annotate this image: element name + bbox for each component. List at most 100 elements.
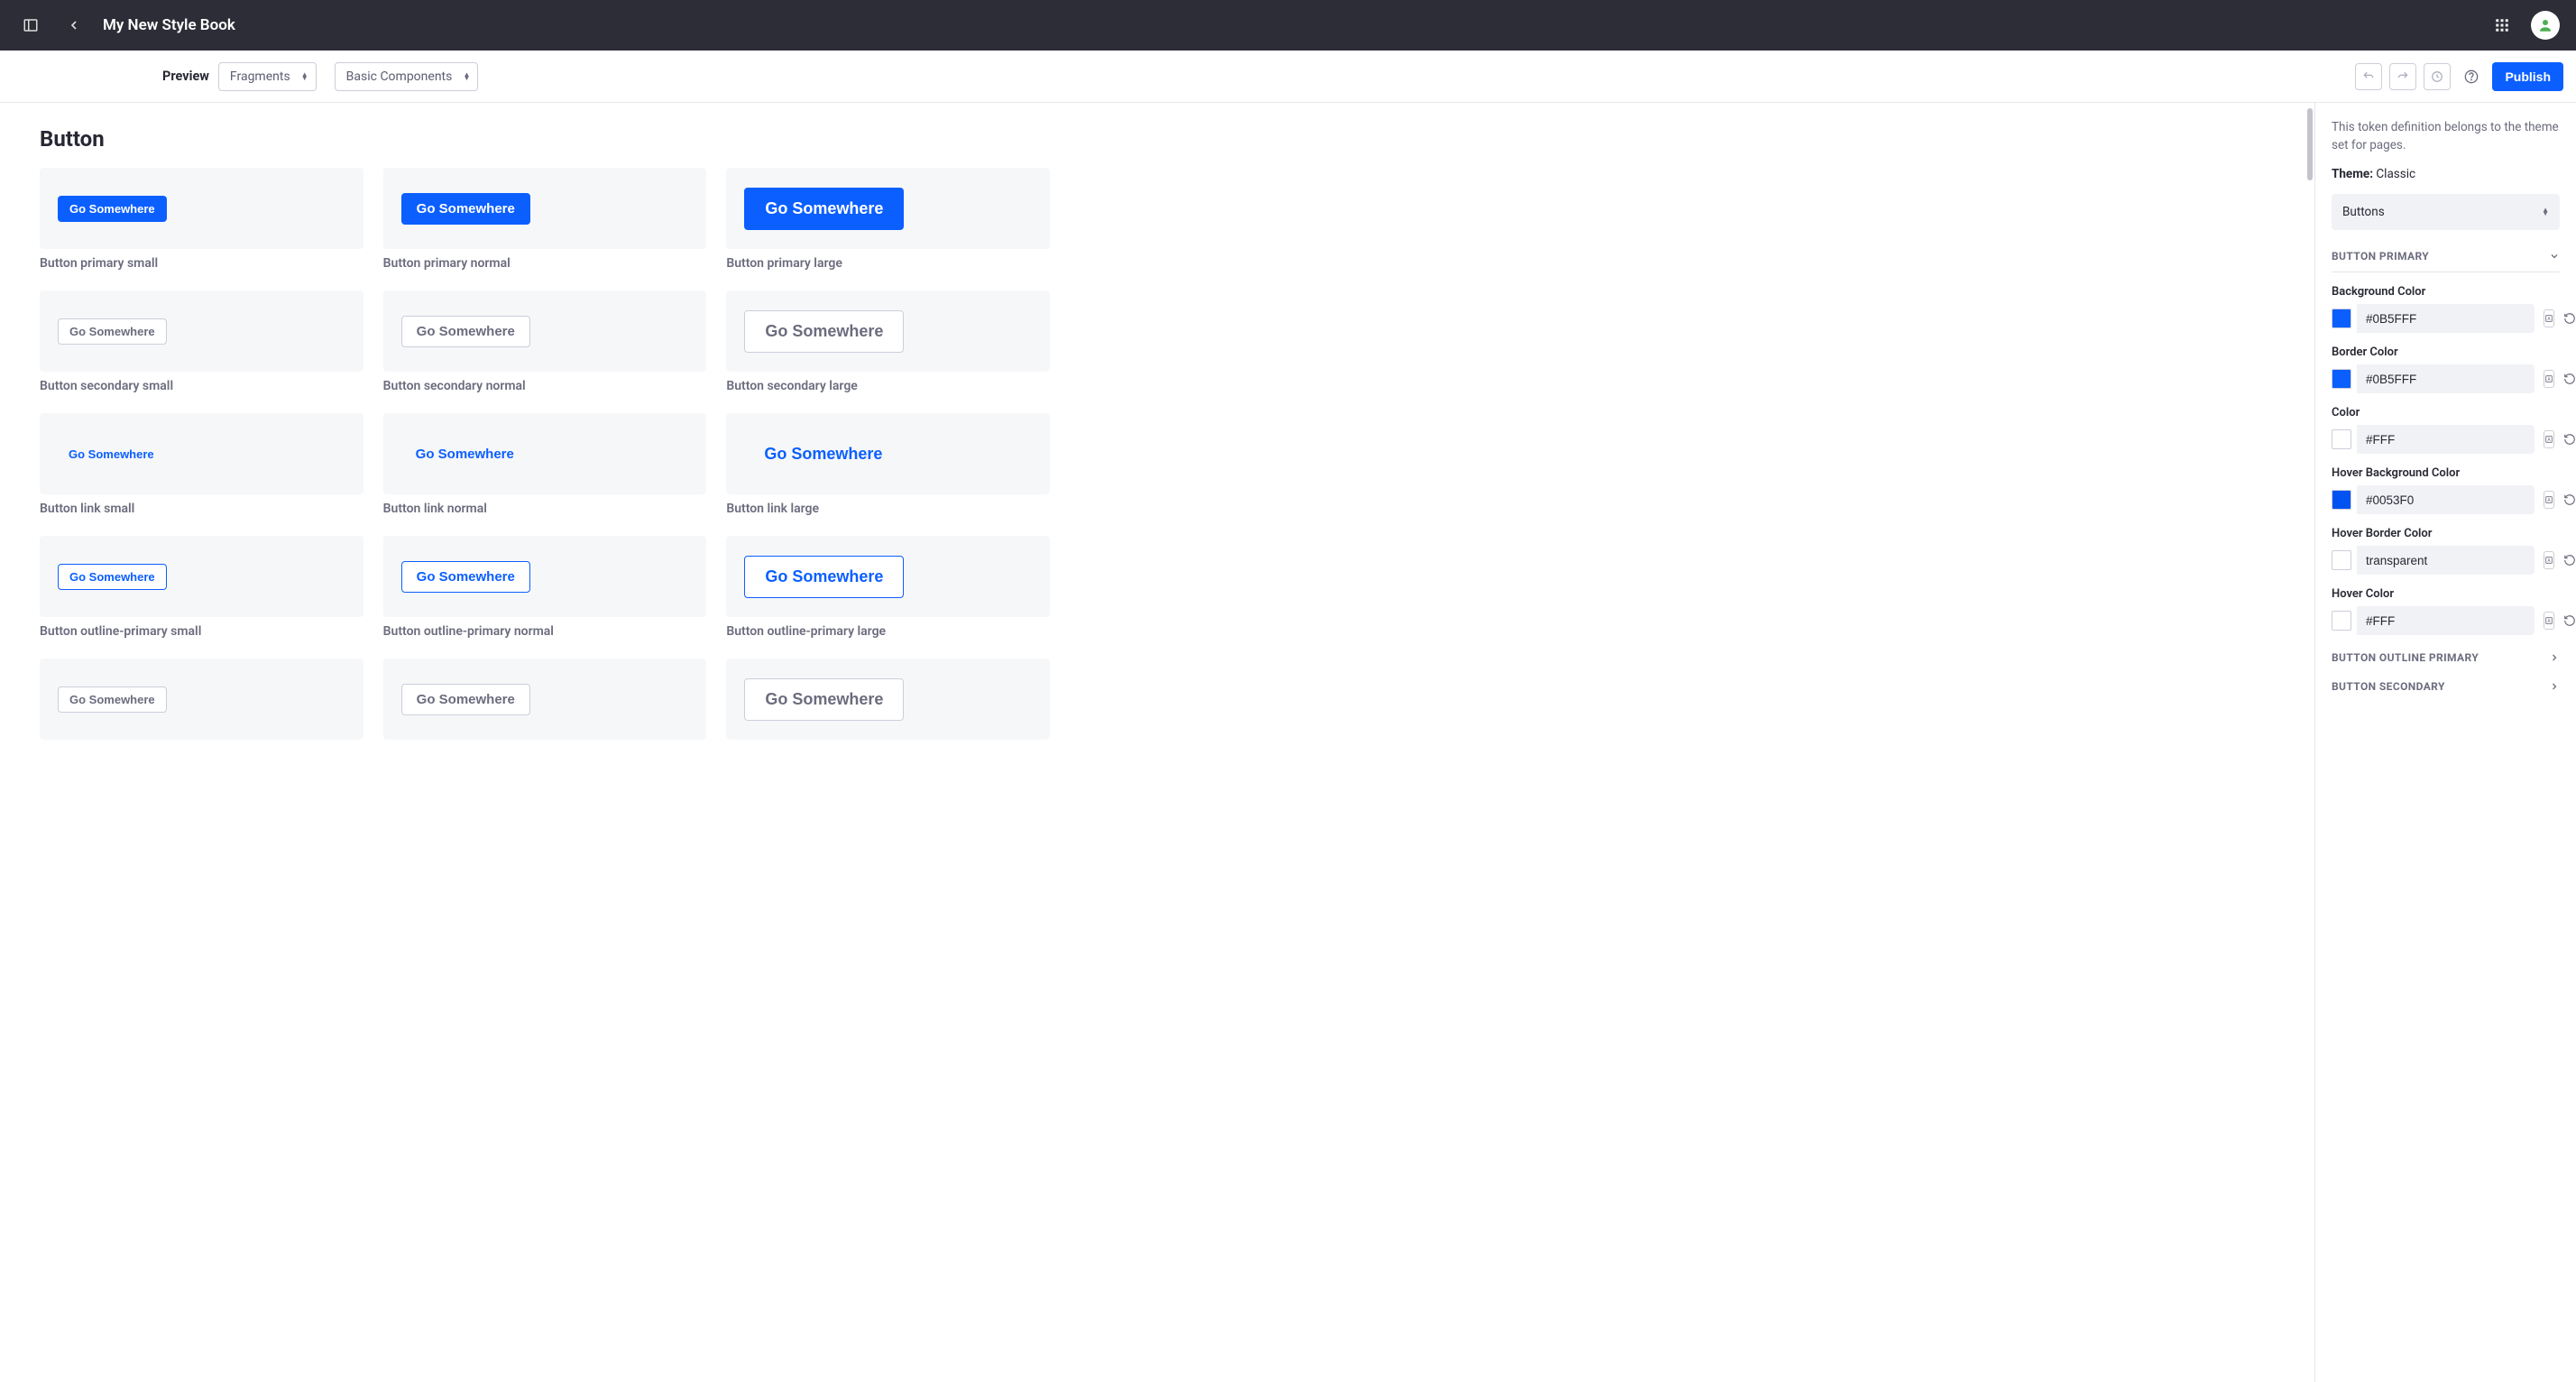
- reset-icon[interactable]: [2563, 371, 2576, 387]
- tile-label: Button link normal: [383, 502, 707, 516]
- group-header-label: BUTTON SECONDARY: [2332, 680, 2445, 693]
- redo-button[interactable]: [2389, 63, 2416, 90]
- tile-box: Go Somewhere: [383, 168, 707, 249]
- help-icon[interactable]: [2458, 63, 2485, 90]
- sample-button[interactable]: Go Somewhere: [744, 434, 902, 474]
- components-select[interactable]: Basic Components ▲▼: [335, 62, 479, 91]
- tile-label: Button primary normal: [383, 256, 707, 271]
- property-label: Color: [2332, 406, 2560, 419]
- token-picker-icon[interactable]: A: [2544, 551, 2554, 569]
- color-value-input[interactable]: [2357, 485, 2535, 514]
- color-value-input[interactable]: [2357, 364, 2535, 393]
- color-value-input[interactable]: [2357, 425, 2535, 454]
- back-icon[interactable]: [56, 7, 92, 43]
- sample-button[interactable]: Go Somewhere: [744, 678, 904, 721]
- section-title: Button: [40, 126, 2275, 152]
- property-label: Border Color: [2332, 346, 2560, 359]
- sample-button[interactable]: Go Somewhere: [401, 684, 530, 715]
- sample-button[interactable]: Go Somewhere: [744, 188, 904, 230]
- color-input[interactable]: [2332, 546, 2535, 575]
- group-header-outline-primary[interactable]: BUTTON OUTLINE PRIMARY: [2332, 651, 2560, 664]
- color-input[interactable]: [2332, 364, 2535, 393]
- undo-button[interactable]: [2355, 63, 2382, 90]
- reset-icon[interactable]: [2563, 431, 2576, 447]
- property-row: A: [2332, 485, 2560, 514]
- color-input[interactable]: [2332, 304, 2535, 333]
- property-row: A: [2332, 546, 2560, 575]
- sidebar-toggle-icon[interactable]: [13, 7, 49, 43]
- tile-box: Go Somewhere: [40, 659, 363, 740]
- reset-icon[interactable]: [2563, 492, 2576, 508]
- group-header-primary[interactable]: BUTTON PRIMARY: [2332, 250, 2560, 272]
- color-swatch[interactable]: [2332, 490, 2351, 510]
- tile-box: Go Somewhere: [40, 536, 363, 617]
- canvas-wrap: Button Go Somewhere Button primary small G…: [0, 103, 2314, 1382]
- sample-button[interactable]: Go Somewhere: [58, 318, 167, 345]
- tile: Go Somewhere: [726, 659, 1050, 740]
- chevron-updown-icon: ▲▼: [463, 73, 470, 80]
- history-button[interactable]: [2424, 63, 2451, 90]
- token-picker-icon[interactable]: A: [2544, 370, 2554, 388]
- sample-button[interactable]: Go Somewhere: [58, 564, 167, 590]
- tile: Go Somewhere: [40, 659, 363, 740]
- header-left: My New Style Book: [13, 7, 235, 43]
- reset-icon[interactable]: [2563, 552, 2576, 568]
- reset-icon[interactable]: [2563, 310, 2576, 327]
- token-picker-icon[interactable]: A: [2544, 430, 2554, 448]
- toolbar: Preview Fragments ▲▼ Basic Components ▲▼…: [0, 51, 2576, 103]
- property-label: Hover Color: [2332, 587, 2560, 601]
- category-select-value: Buttons: [2342, 205, 2385, 219]
- tile-box: Go Somewhere: [726, 659, 1050, 740]
- color-swatch[interactable]: [2332, 611, 2351, 631]
- sidebar: This token definition belongs to the the…: [2314, 103, 2576, 1382]
- page-title: My New Style Book: [103, 16, 235, 34]
- color-value-input[interactable]: [2357, 546, 2535, 575]
- sample-button[interactable]: Go Somewhere: [58, 686, 167, 713]
- tile-box: Go Somewhere: [40, 168, 363, 249]
- components-select-value: Basic Components: [346, 69, 453, 84]
- color-input[interactable]: [2332, 485, 2535, 514]
- color-swatch[interactable]: [2332, 309, 2351, 328]
- preview-label: Preview: [162, 69, 209, 84]
- color-value-input[interactable]: [2357, 606, 2535, 635]
- tile-box: Go Somewhere: [40, 290, 363, 372]
- fragments-select[interactable]: Fragments ▲▼: [218, 62, 317, 91]
- color-swatch[interactable]: [2332, 429, 2351, 449]
- color-input[interactable]: [2332, 606, 2535, 635]
- color-value-input[interactable]: [2357, 304, 2535, 333]
- sample-button[interactable]: Go Somewhere: [401, 439, 529, 469]
- sidebar-help-text: This token definition belongs to the the…: [2332, 119, 2560, 154]
- chevron-updown-icon: ▲▼: [301, 73, 308, 80]
- sample-button[interactable]: Go Somewhere: [744, 310, 904, 353]
- tile: Go SomewhereButton secondary small: [40, 290, 363, 393]
- sample-button[interactable]: Go Somewhere: [401, 561, 530, 593]
- group-header-label: BUTTON OUTLINE PRIMARY: [2332, 651, 2479, 664]
- tile-label: Button primary small: [40, 256, 363, 271]
- theme-line: Theme: Classic: [2332, 167, 2560, 181]
- token-picker-icon[interactable]: A: [2544, 309, 2554, 327]
- sample-button[interactable]: Go Somewhere: [401, 193, 530, 225]
- tile-label: Button outline-primary large: [726, 624, 1050, 639]
- sample-button[interactable]: Go Somewhere: [58, 196, 167, 222]
- tile: Go Somewhere Button primary normal: [383, 168, 707, 271]
- sample-button[interactable]: Go Somewhere: [401, 316, 530, 347]
- group-header-secondary[interactable]: BUTTON SECONDARY: [2332, 680, 2560, 693]
- scrollbar[interactable]: [2307, 108, 2313, 180]
- color-swatch[interactable]: [2332, 369, 2351, 389]
- color-input[interactable]: [2332, 425, 2535, 454]
- tile-box: Go Somewhere: [383, 413, 707, 494]
- tile-label: Button link small: [40, 502, 363, 516]
- token-picker-icon[interactable]: A: [2544, 612, 2554, 630]
- reset-icon[interactable]: [2563, 613, 2576, 629]
- color-swatch[interactable]: [2332, 550, 2351, 570]
- sample-button[interactable]: Go Somewhere: [58, 442, 165, 466]
- apps-icon[interactable]: [2484, 7, 2520, 43]
- token-picker-icon[interactable]: A: [2544, 491, 2554, 509]
- avatar[interactable]: [2531, 11, 2560, 40]
- category-select[interactable]: Buttons ▲▼: [2332, 194, 2560, 230]
- publish-button[interactable]: Publish: [2492, 62, 2563, 91]
- property-list: Background ColorABorder ColorAColorAHove…: [2332, 285, 2560, 635]
- main-layout: Button Go Somewhere Button primary small G…: [0, 103, 2576, 1382]
- sample-button[interactable]: Go Somewhere: [744, 556, 904, 598]
- tile-label: Button primary large: [726, 256, 1050, 271]
